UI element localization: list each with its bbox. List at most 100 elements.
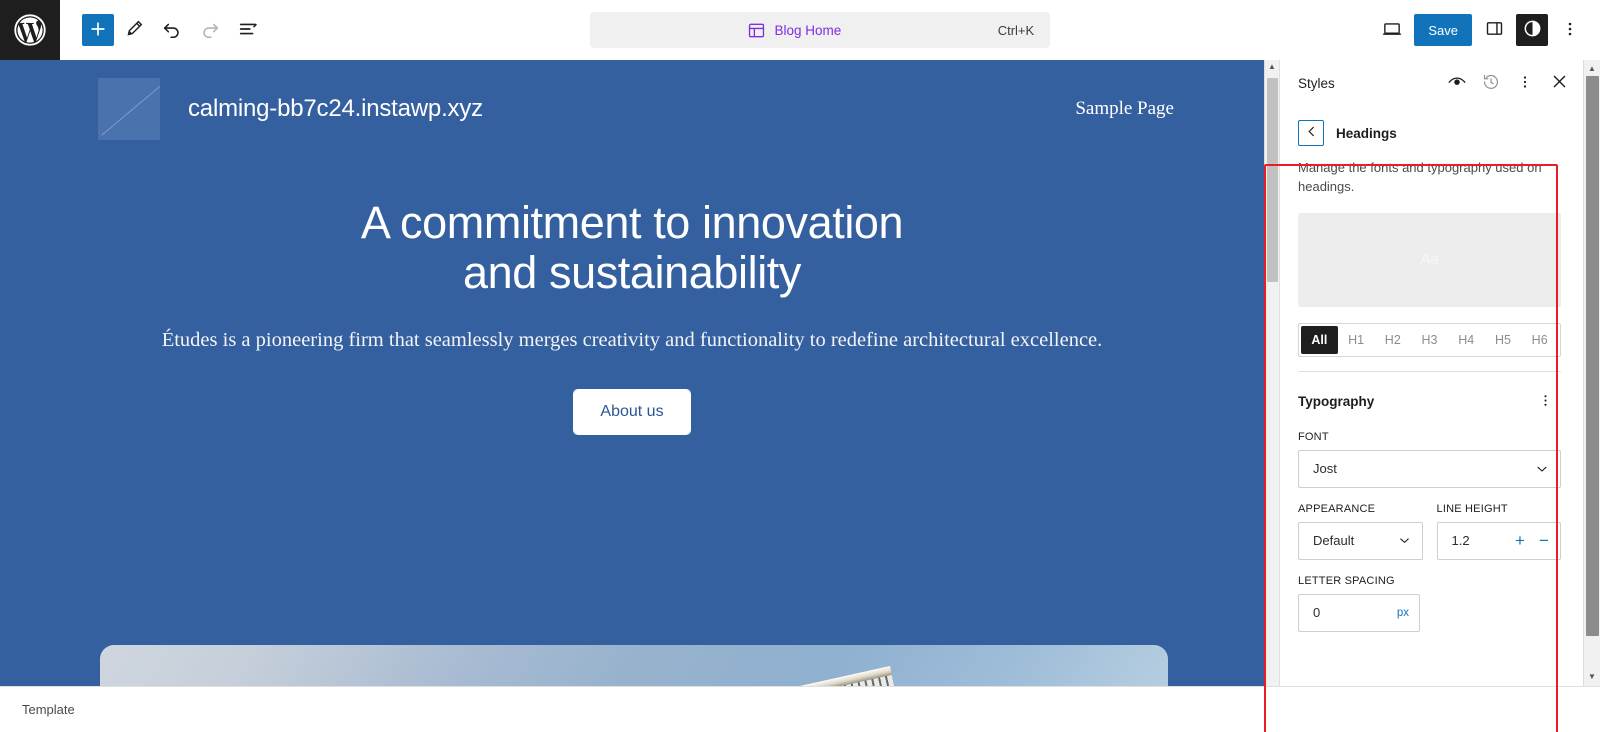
heading-level-tab-h6[interactable]: H6 bbox=[1521, 326, 1558, 354]
letter-spacing-label: Letter spacing bbox=[1298, 574, 1395, 587]
edit-tools-button[interactable] bbox=[116, 12, 152, 48]
styles-more-options-button[interactable] bbox=[1509, 67, 1541, 99]
template-layout-icon bbox=[747, 21, 766, 40]
canvas-scrollbar[interactable]: ▲ bbox=[1264, 60, 1279, 686]
hero-heading-line-2: and sustainability bbox=[462, 246, 801, 298]
styles-sidebar: Styles Headings Manage the fonts and typ… bbox=[1279, 60, 1583, 686]
heading-level-tabs: All H1 H2 H3 H4 H5 H6 bbox=[1298, 322, 1561, 357]
heading-level-tab-h3[interactable]: H3 bbox=[1411, 326, 1448, 354]
letter-spacing-field: Letter spacing 0 px bbox=[1298, 575, 1561, 632]
more-options-button[interactable] bbox=[1552, 12, 1588, 48]
font-select[interactable]: Jost bbox=[1298, 449, 1561, 488]
line-height-value[interactable]: 1.2 bbox=[1452, 533, 1509, 548]
close-styles-panel-button[interactable] bbox=[1543, 67, 1575, 99]
line-height-field: Line height 1.2 + − bbox=[1436, 502, 1561, 560]
editor-app: Blog Home Ctrl+K Save calming-bb7c24.ins… bbox=[0, 0, 1600, 732]
wordpress-logo-icon bbox=[13, 13, 47, 47]
hero-image[interactable] bbox=[100, 645, 1168, 686]
line-height-decrease-button[interactable]: − bbox=[1532, 527, 1556, 555]
status-bar-label: Template bbox=[22, 702, 75, 717]
pencil-icon bbox=[124, 18, 145, 42]
editor-body: calming-bb7c24.instawp.xyz Sample Page A… bbox=[0, 60, 1600, 732]
three-dots-vertical-icon bbox=[1516, 73, 1534, 94]
list-view-icon bbox=[237, 18, 259, 43]
hero-heading[interactable]: A commitment to innovation and sustainab… bbox=[0, 198, 1264, 297]
add-block-button[interactable] bbox=[82, 14, 114, 46]
top-bar-tools bbox=[60, 12, 266, 48]
history-clock-icon bbox=[1481, 72, 1501, 95]
sidebar-panel-icon bbox=[1484, 18, 1505, 42]
undo-arrow-icon bbox=[161, 18, 183, 43]
styles-panel-title: Styles bbox=[1298, 75, 1335, 91]
command-shortcut-hint: Ctrl+K bbox=[997, 22, 1035, 38]
page-scroll-down-arrow[interactable]: ▼ bbox=[1588, 670, 1596, 684]
document-bar[interactable]: Blog Home Ctrl+K bbox=[590, 12, 1051, 48]
page-scrollbar[interactable]: ▲ ▼ bbox=[1583, 60, 1600, 686]
letter-spacing-unit[interactable]: px bbox=[1397, 607, 1409, 619]
close-x-icon bbox=[1550, 72, 1569, 94]
heading-level-tab-h1[interactable]: H1 bbox=[1338, 326, 1375, 354]
font-value: Jost bbox=[1313, 461, 1337, 477]
headings-description: Manage the fonts and typography used on … bbox=[1298, 160, 1542, 194]
desktop-preview-icon bbox=[1381, 18, 1403, 43]
site-logo-placeholder[interactable] bbox=[98, 78, 160, 140]
nav-item-sample-page[interactable]: Sample Page bbox=[1075, 98, 1174, 120]
site-branding[interactable]: calming-bb7c24.instawp.xyz bbox=[98, 78, 483, 140]
about-us-button[interactable]: About us bbox=[573, 388, 691, 435]
plus-icon bbox=[88, 19, 108, 42]
font-label: Font bbox=[1298, 430, 1329, 443]
letter-spacing-control[interactable]: 0 px bbox=[1298, 593, 1420, 632]
headings-screen-header: Headings bbox=[1298, 120, 1561, 146]
heading-level-tab-h5[interactable]: H5 bbox=[1485, 326, 1522, 354]
appearance-select[interactable]: Default bbox=[1298, 521, 1423, 560]
site-header: calming-bb7c24.instawp.xyz Sample Page bbox=[0, 60, 1264, 140]
letter-spacing-value[interactable]: 0 bbox=[1313, 605, 1397, 620]
typography-preview-sample: Aa bbox=[1420, 251, 1439, 269]
typography-title: Typography bbox=[1298, 394, 1375, 410]
editor-status-bar: Template bbox=[0, 686, 1600, 732]
headings-style-screen: Headings Manage the fonts and typography… bbox=[1280, 106, 1583, 632]
document-bar-container: Blog Home Ctrl+K bbox=[266, 12, 1374, 48]
top-bar-actions: Save bbox=[1374, 12, 1600, 48]
save-button[interactable]: Save bbox=[1414, 14, 1472, 46]
line-height-label: Line height bbox=[1436, 502, 1508, 515]
contrast-circle-icon bbox=[1522, 18, 1543, 42]
appearance-field: Appearance Default bbox=[1298, 503, 1423, 560]
site-title[interactable]: calming-bb7c24.instawp.xyz bbox=[188, 95, 483, 123]
hero-image-sky bbox=[100, 645, 1168, 686]
line-height-control[interactable]: 1.2 + − bbox=[1436, 521, 1561, 560]
back-button[interactable] bbox=[1298, 120, 1324, 146]
typography-more-options-button[interactable] bbox=[1529, 386, 1561, 418]
styles-panel-body: Headings Manage the fonts and typography… bbox=[1280, 106, 1583, 686]
redo-button[interactable] bbox=[192, 12, 228, 48]
appearance-label: Appearance bbox=[1298, 502, 1376, 515]
style-book-button[interactable] bbox=[1441, 67, 1473, 99]
line-height-increase-button[interactable]: + bbox=[1508, 527, 1532, 555]
page-scroll-thumb[interactable] bbox=[1586, 76, 1599, 636]
canvas-scroll-thumb[interactable] bbox=[1267, 78, 1278, 282]
undo-button[interactable] bbox=[154, 12, 190, 48]
font-field: Font Jost bbox=[1298, 431, 1561, 488]
canvas-scroll-up-arrow[interactable]: ▲ bbox=[1268, 60, 1276, 74]
heading-level-tab-h2[interactable]: H2 bbox=[1374, 326, 1411, 354]
chevron-down-icon bbox=[1534, 461, 1550, 477]
site-preview: calming-bb7c24.instawp.xyz Sample Page A… bbox=[0, 60, 1264, 686]
chevron-left-icon bbox=[1304, 124, 1319, 142]
styles-panel-header: Styles bbox=[1280, 60, 1583, 106]
redo-arrow-icon bbox=[199, 18, 221, 43]
typography-section-header: Typography bbox=[1298, 386, 1561, 418]
revisions-button[interactable] bbox=[1475, 67, 1507, 99]
styles-toggle-button[interactable] bbox=[1516, 14, 1548, 46]
hero-paragraph[interactable]: Études is a pioneering firm that seamles… bbox=[0, 325, 1264, 357]
page-scroll-up-arrow[interactable]: ▲ bbox=[1588, 62, 1596, 76]
editor-canvas[interactable]: calming-bb7c24.instawp.xyz Sample Page A… bbox=[0, 60, 1264, 686]
heading-level-tab-h4[interactable]: H4 bbox=[1448, 326, 1485, 354]
document-title: Blog Home bbox=[774, 22, 842, 38]
settings-sidebar-toggle[interactable] bbox=[1476, 12, 1512, 48]
document-overview-button[interactable] bbox=[230, 12, 266, 48]
three-dots-vertical-icon bbox=[1560, 19, 1580, 42]
preview-device-button[interactable] bbox=[1374, 12, 1410, 48]
appearance-lineheight-row: Appearance Default Li bbox=[1298, 503, 1561, 560]
heading-level-tab-all[interactable]: All bbox=[1301, 325, 1338, 354]
wordpress-logo-button[interactable] bbox=[0, 0, 60, 60]
